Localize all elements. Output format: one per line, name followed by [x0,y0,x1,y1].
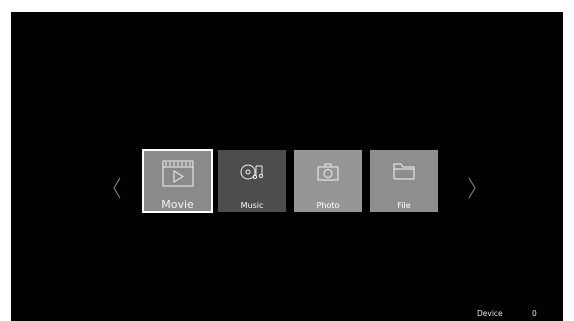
movie-tile-label: Movie [161,198,194,211]
music-tile[interactable]: Music [218,150,286,212]
movie-tile[interactable]: Movie [142,149,213,213]
file-tile-label: File [397,201,411,210]
chevron-left-icon [113,177,121,199]
chevron-right-icon [468,177,476,199]
music-disc-icon [240,164,264,180]
device-label: Device [477,309,503,318]
file-tile[interactable]: File [370,150,438,212]
previous-page-button[interactable] [110,174,124,202]
movie-clapboard-icon [162,160,193,187]
media-home-screen: Movie Music Photo File Device 0 [11,12,563,321]
music-tile-label: Music [240,201,264,210]
photo-tile[interactable]: Photo [294,150,362,212]
device-count: 0 [532,309,537,318]
photo-tile-label: Photo [316,201,340,210]
folder-icon [393,163,415,180]
next-page-button[interactable] [465,174,479,202]
camera-icon [317,163,339,181]
